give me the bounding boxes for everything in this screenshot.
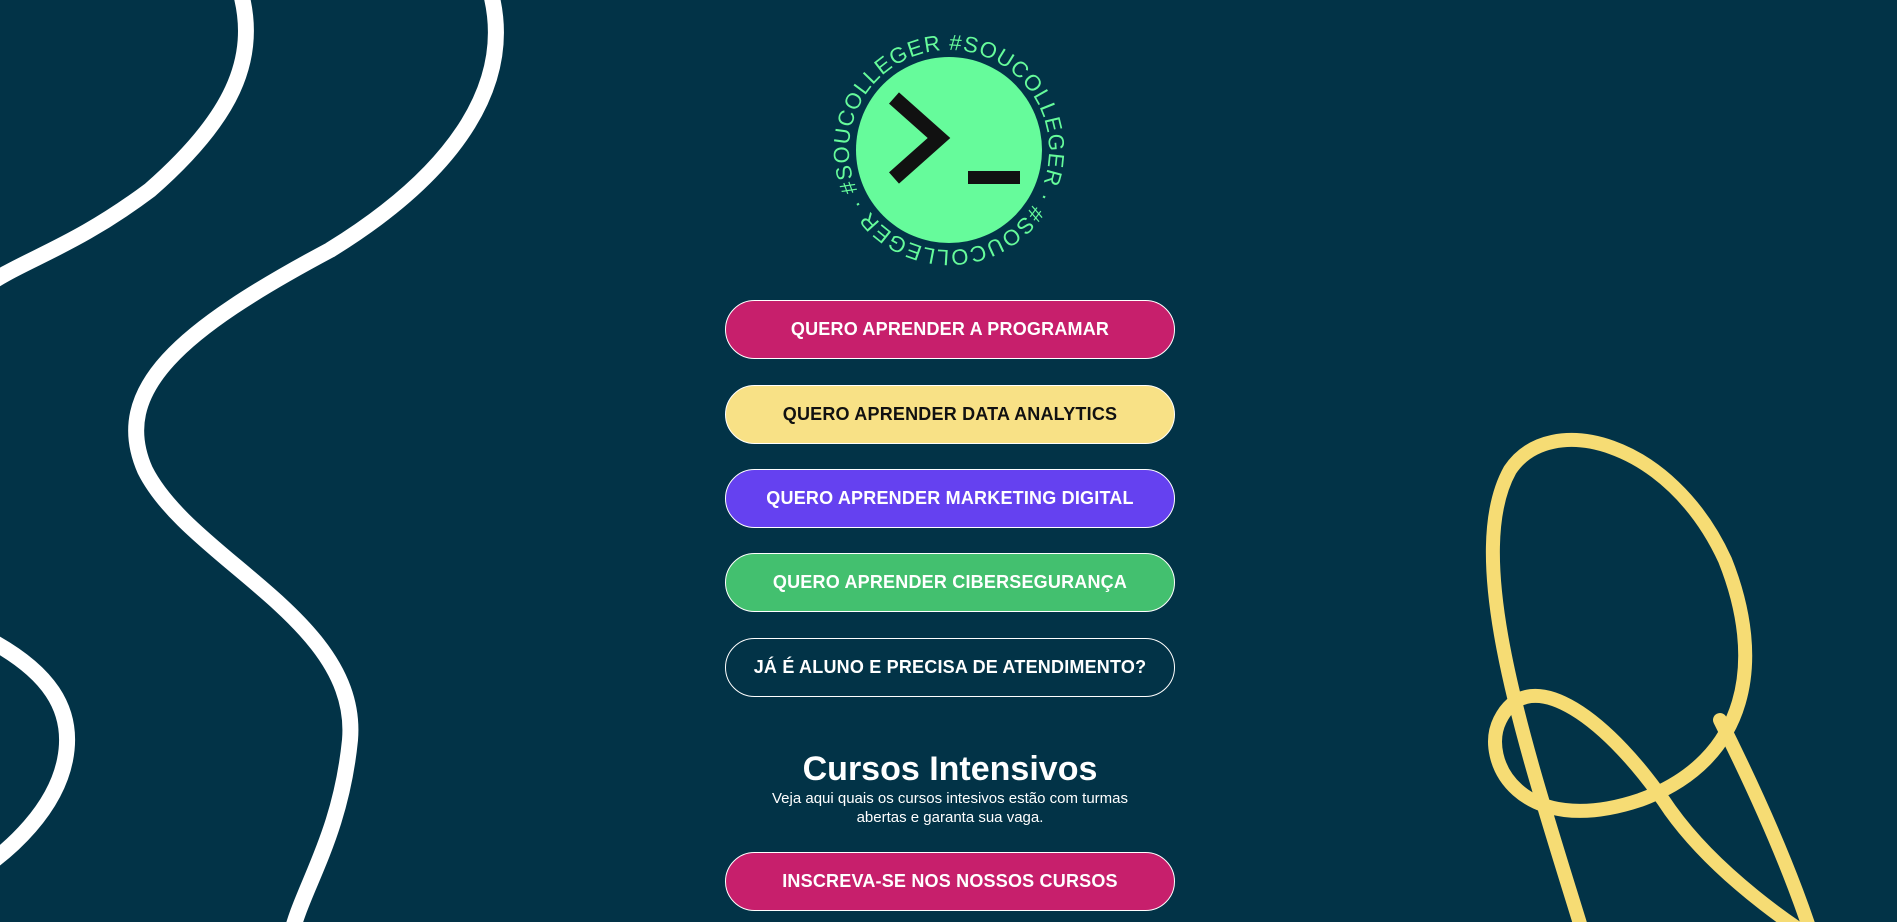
section-description: Veja aqui quais os cursos intesivos estã…: [771, 790, 1128, 826]
white-wave-line: [128, 0, 504, 922]
marketing-digital-button[interactable]: QUERO APRENDER MARKETING DIGITAL: [725, 469, 1175, 528]
yellow-loop-line: [1713, 713, 1815, 922]
section-title: Cursos Intensivos: [802, 750, 1098, 788]
logo: #SOUCOLLEGER · #SOUCOLLEGER · #SOUCOLLEG…: [814, 20, 1084, 280]
soucolleger-logo: #SOUCOLLEGER · #SOUCOLLEGER · #SOUCOLLEG…: [814, 20, 1068, 270]
atendimento-aluno-button[interactable]: JÁ É ALUNO E PRECISA DE ATENDIMENTO?: [725, 638, 1175, 697]
logo-circle: [856, 57, 1042, 243]
yellow-loop-line: [1485, 433, 1801, 922]
programar-button[interactable]: QUERO APRENDER A PROGRAMAR: [725, 300, 1175, 359]
white-wave-line: [0, 636, 76, 866]
white-wave-line: [0, 0, 254, 287]
ciberseguranca-button[interactable]: QUERO APRENDER CIBERSEGURANÇA: [725, 553, 1175, 612]
inscreva-se-button[interactable]: INSCREVA-SE NOS NOSSOS CURSOS: [725, 852, 1175, 911]
data-analytics-button[interactable]: QUERO APRENDER DATA ANALYTICS: [725, 385, 1175, 444]
